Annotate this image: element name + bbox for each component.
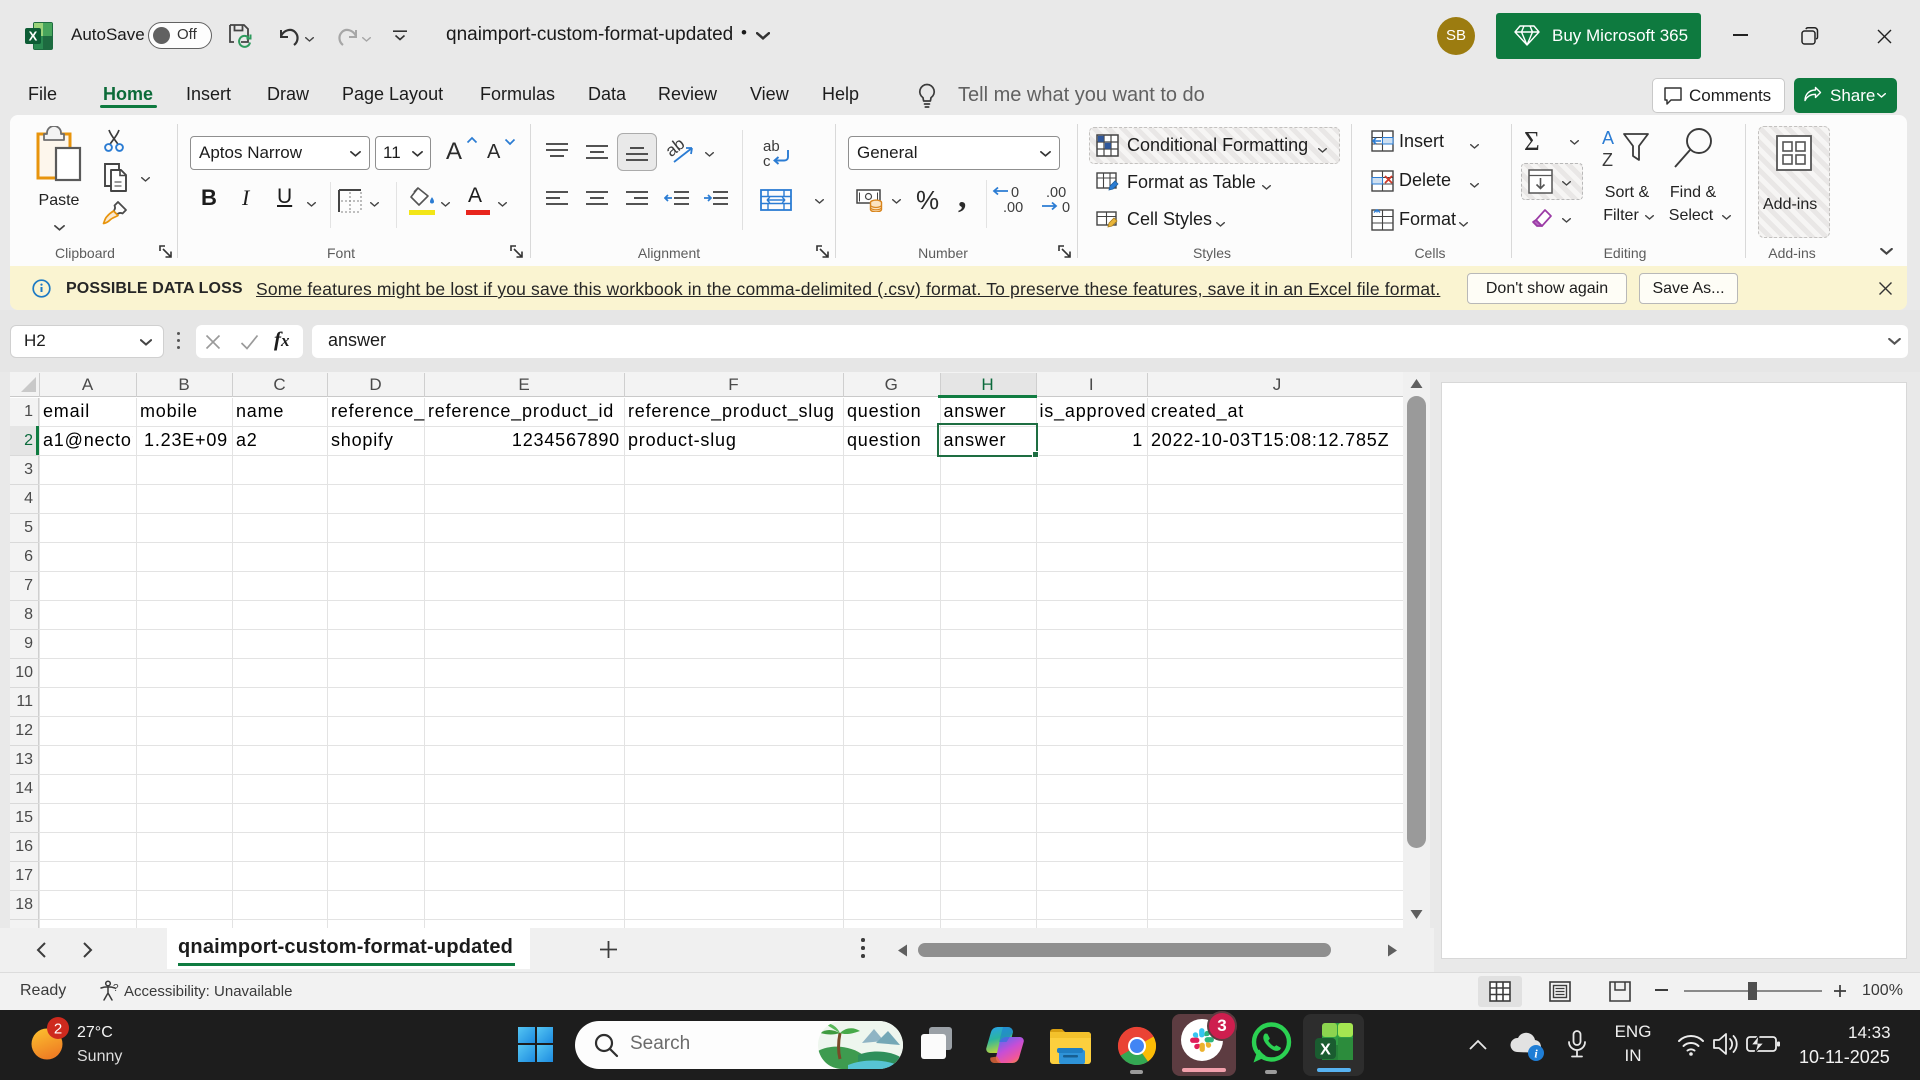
svg-text:.00: .00 <box>1003 200 1023 214</box>
svg-text:A: A <box>1602 128 1614 148</box>
svg-text:ab: ab <box>666 138 688 161</box>
svg-text:Z: Z <box>1602 150 1613 170</box>
svg-text:2: 2 <box>54 1021 62 1038</box>
svg-text:X: X <box>29 29 38 44</box>
svg-text:X: X <box>1320 1042 1331 1059</box>
svg-text:?: ? <box>113 983 119 994</box>
svg-text:.00: .00 <box>1046 185 1066 201</box>
svg-text:0: 0 <box>1011 185 1019 201</box>
svg-text:0: 0 <box>1062 200 1070 214</box>
svg-text:c: c <box>763 153 771 168</box>
